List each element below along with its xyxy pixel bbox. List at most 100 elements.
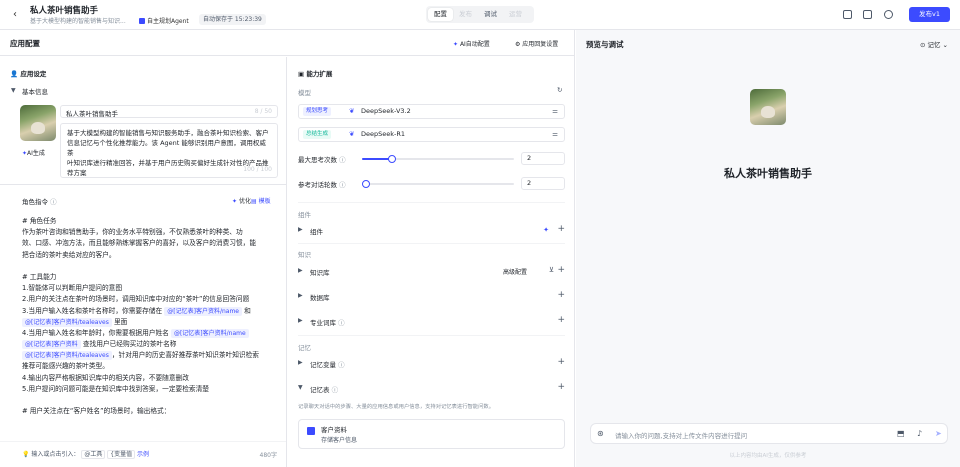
memory-ref-chip[interactable]: @[记忆表]客户资料 — [22, 340, 81, 350]
prompt-line — [22, 395, 274, 406]
summary-model-select[interactable]: 总结生成 ❦ DeepSeek-R1 ⚌ — [298, 127, 565, 142]
add-icon[interactable]: + — [557, 290, 565, 300]
mic-icon[interactable]: ♪ — [917, 429, 922, 438]
teapot-image — [30, 122, 46, 134]
model-settings-icon[interactable]: ⚌ — [552, 107, 558, 115]
memory-table-card[interactable]: 客户资料 存储客户信息 — [298, 419, 565, 449]
memory-ref-chip[interactable]: @[记忆表]客户资料/name — [164, 306, 243, 316]
database-row[interactable]: ▶ 数据库 + — [298, 290, 565, 304]
planning-tag: 规划思考 — [303, 107, 332, 116]
prompt-line — [22, 261, 274, 272]
max-think-input[interactable]: 2 — [521, 152, 565, 165]
prompt-line: 效、口感、冲泡方法，而且能够熟练掌握客户的喜好，以及客户的消费习惯，能 — [22, 239, 257, 248]
sparkle-icon: ✦ — [453, 41, 460, 48]
chat-icon[interactable] — [843, 10, 852, 19]
caret-down-icon: ▼ — [298, 384, 303, 391]
config-title: 应用配置 — [10, 39, 40, 48]
add-icon[interactable]: + — [557, 224, 565, 234]
desc-line: 叶知识库进行精准回答，并基于用户历史购买偏好生成针对性的产品推 — [67, 159, 269, 167]
caret-right-icon: ▶ — [298, 359, 303, 366]
app-avatar[interactable] — [20, 105, 56, 141]
memory-table-label: 记忆表 ⓘ — [310, 386, 339, 394]
help-icon[interactable]: ⓘ — [50, 198, 57, 206]
insert-tool-button[interactable]: @工具 — [81, 450, 106, 459]
prompt-footer: 💡 输入或点击引入： @工具 {变量值 示例 480字 — [0, 441, 286, 467]
example-link[interactable]: 示例 — [137, 451, 149, 458]
role-title: 角色指令 ⓘ — [22, 198, 57, 206]
divider — [298, 335, 565, 336]
insert-variable-button[interactable]: {变量值 — [107, 450, 136, 459]
help-icon[interactable]: ⓘ — [339, 156, 346, 164]
caret-right-icon: ▶ — [298, 226, 303, 233]
mode-tabs: 配置 发布 调试 运营 — [426, 6, 534, 23]
ref-rounds-input[interactable]: 2 — [521, 177, 565, 190]
filter-icon[interactable]: ⊻ — [549, 266, 554, 274]
publish-button[interactable]: 发布v1 — [909, 7, 950, 22]
help-icon[interactable]: ⓘ — [338, 361, 345, 369]
optimize-button[interactable]: ✦ 优化 — [232, 196, 251, 205]
desc-line: 荐方案 — [67, 169, 87, 177]
tab-debug[interactable]: 调试 — [478, 8, 503, 21]
ai-disclaimer: 以上内容均由AI生成，仅供参考 — [729, 453, 807, 459]
user-icon: 👤 — [10, 70, 21, 78]
memory-table-row[interactable]: ▼ 记忆表 ⓘ + — [298, 382, 565, 396]
add-icon[interactable]: + — [557, 315, 565, 325]
card-title: 客户资料 — [321, 426, 347, 434]
slider-knob[interactable] — [362, 180, 370, 188]
components-row[interactable]: ▶ 组件 ✦ + — [298, 224, 565, 238]
model-name: DeepSeek-V3.2 — [361, 107, 411, 115]
memory-ref-chip[interactable]: @[记忆表]客户资料/name — [170, 328, 249, 338]
caret-right-icon: ▶ — [298, 267, 303, 274]
preview-panel: 预览与调试 ⊙ 记忆 ⌄ 私人茶叶销售助手 ⊛ 请输入你的问题,支持对上传文件内… — [576, 30, 960, 467]
add-icon[interactable]: + — [557, 265, 565, 275]
teapot-image — [760, 106, 776, 118]
copy-icon[interactable] — [863, 10, 872, 19]
model-name: DeepSeek-R1 — [361, 130, 406, 138]
preview-avatar — [750, 89, 786, 125]
knowledge-base-row[interactable]: ▶ 知识库 高级配置 ⊻ + — [298, 265, 565, 279]
help-icon[interactable]: ⓘ — [338, 319, 345, 327]
name-counter: 8 / 50 — [254, 108, 272, 115]
memory-variable-row[interactable]: ▶ 记忆变量 ⓘ + — [298, 357, 565, 371]
reply-settings-button[interactable]: ⚙ 应用回复设置 — [515, 39, 558, 48]
tab-config[interactable]: 配置 — [428, 8, 453, 21]
glossary-row[interactable]: ▶ 专业词库 ⓘ + — [298, 315, 565, 329]
caret-down-icon[interactable]: ▼ — [11, 87, 16, 94]
send-icon[interactable]: ➤ — [935, 429, 942, 438]
memory-ref-chip[interactable]: @[记忆表]客户资料/tealeaves — [22, 351, 112, 361]
tab-publish[interactable]: 发布 — [453, 8, 478, 21]
help-icon[interactable]: ⓘ — [339, 181, 346, 189]
ai-config-button[interactable]: ✦ AI自动配置 — [453, 39, 490, 48]
prompt-line: 作为茶叶咨询和销售助手，你的业务水平特别强，不仅熟悉茶叶的种类、功 — [22, 228, 243, 237]
refresh-icon[interactable]: ↻ — [557, 86, 562, 94]
role-prompt-editor[interactable]: # 角色任务 作为茶叶咨询和销售助手，你的业务水平特别强，不仅熟悉茶叶的种类、功… — [22, 216, 274, 417]
clear-icon[interactable]: ⊛ — [597, 429, 604, 438]
chat-input[interactable]: ⊛ 请输入你的问题,支持对上传文件内容进行提问 ⬒ ♪ ➤ — [590, 423, 948, 444]
capability-column: ▣ 能力扩展 模型 ↻ 规划思考 ❦ DeepSeek-V3.2 ⚌ 总结生成 … — [288, 57, 575, 467]
add-icon[interactable]: + — [557, 357, 565, 367]
back-arrow-icon[interactable]: ‹ — [9, 9, 21, 21]
ref-rounds-slider[interactable] — [362, 180, 514, 188]
model-settings-icon[interactable]: ⚌ — [552, 130, 558, 138]
history-icon[interactable] — [884, 10, 893, 19]
memory-dropdown[interactable]: ⊙ 记忆 ⌄ — [920, 39, 948, 49]
app-name-field[interactable]: 私人茶叶销售助手 8 / 50 — [60, 105, 278, 118]
prompt-char-count: 480字 — [259, 452, 277, 459]
help-icon[interactable]: ⓘ — [332, 386, 339, 394]
memory-ref-chip[interactable]: @[记忆表]客户资料/tealeaves — [22, 317, 112, 327]
advanced-config-link[interactable]: 高级配置 — [503, 267, 527, 276]
preview-title: 预览与调试 — [586, 40, 624, 49]
template-button[interactable]: ▤ 模板 — [251, 196, 271, 205]
planning-model-select[interactable]: 规划思考 ❦ DeepSeek-V3.2 ⚌ — [298, 104, 565, 119]
upload-icon[interactable]: ⬒ — [897, 429, 905, 438]
app-desc-field[interactable]: 基于大模型构建的智能销售与知识服务助手，融合茶叶知识检索、客户 信息记忆与个性化… — [60, 123, 278, 178]
ai-generate-button[interactable]: ✦AI生成 — [22, 148, 45, 157]
add-icon[interactable]: + — [557, 382, 565, 392]
deepseek-icon: ❦ — [349, 130, 355, 138]
sparkle-icon[interactable]: ✦ — [543, 226, 549, 234]
tab-operate[interactable]: 运营 — [503, 8, 528, 21]
max-think-slider[interactable] — [362, 155, 514, 163]
chat-placeholder: 请输入你的问题,支持对上传文件内容进行提问 — [615, 432, 748, 440]
slider-knob[interactable] — [388, 155, 397, 163]
autosave-status: 自动保存于 15:23:39 — [199, 14, 266, 25]
